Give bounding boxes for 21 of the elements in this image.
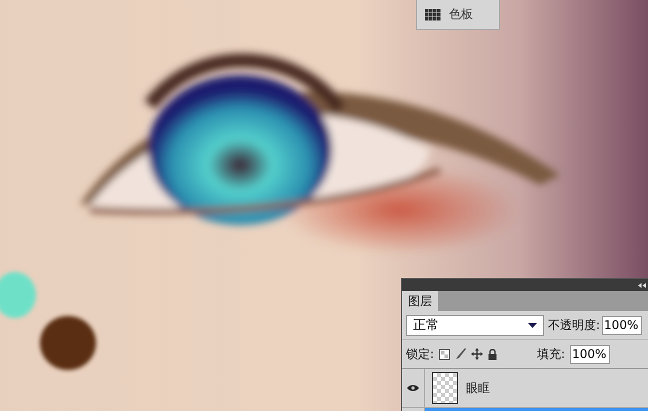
swatches-button[interactable]: 色板 — [416, 0, 500, 30]
checkerboard-icon[interactable] — [439, 348, 450, 360]
layer-thumbnail — [432, 372, 458, 404]
collapse-icon[interactable] — [638, 282, 646, 288]
panel-tab[interactable]: 图层 — [402, 291, 438, 311]
opacity-field[interactable]: 100% — [602, 316, 642, 334]
fill-label: 填充: — [537, 346, 566, 362]
brush-icon[interactable] — [455, 348, 466, 360]
paint-swatch — [0, 272, 36, 318]
lock-label: 锁定: — [406, 346, 434, 362]
blend-mode-dropdown[interactable]: 正常 — [406, 314, 544, 336]
eye-icon — [407, 384, 419, 392]
lock-icon[interactable] — [488, 348, 498, 360]
caret-icon — [528, 322, 537, 328]
opacity-label: 不透明度: — [548, 316, 600, 334]
paint-swatch — [40, 316, 96, 370]
move-icon[interactable] — [471, 348, 484, 360]
layer-name: 眼眶 — [466, 380, 490, 396]
fill-field[interactable]: 100% — [570, 344, 610, 364]
grid-icon — [425, 8, 441, 21]
layer-row[interactable]: 眼眶 — [402, 369, 648, 408]
